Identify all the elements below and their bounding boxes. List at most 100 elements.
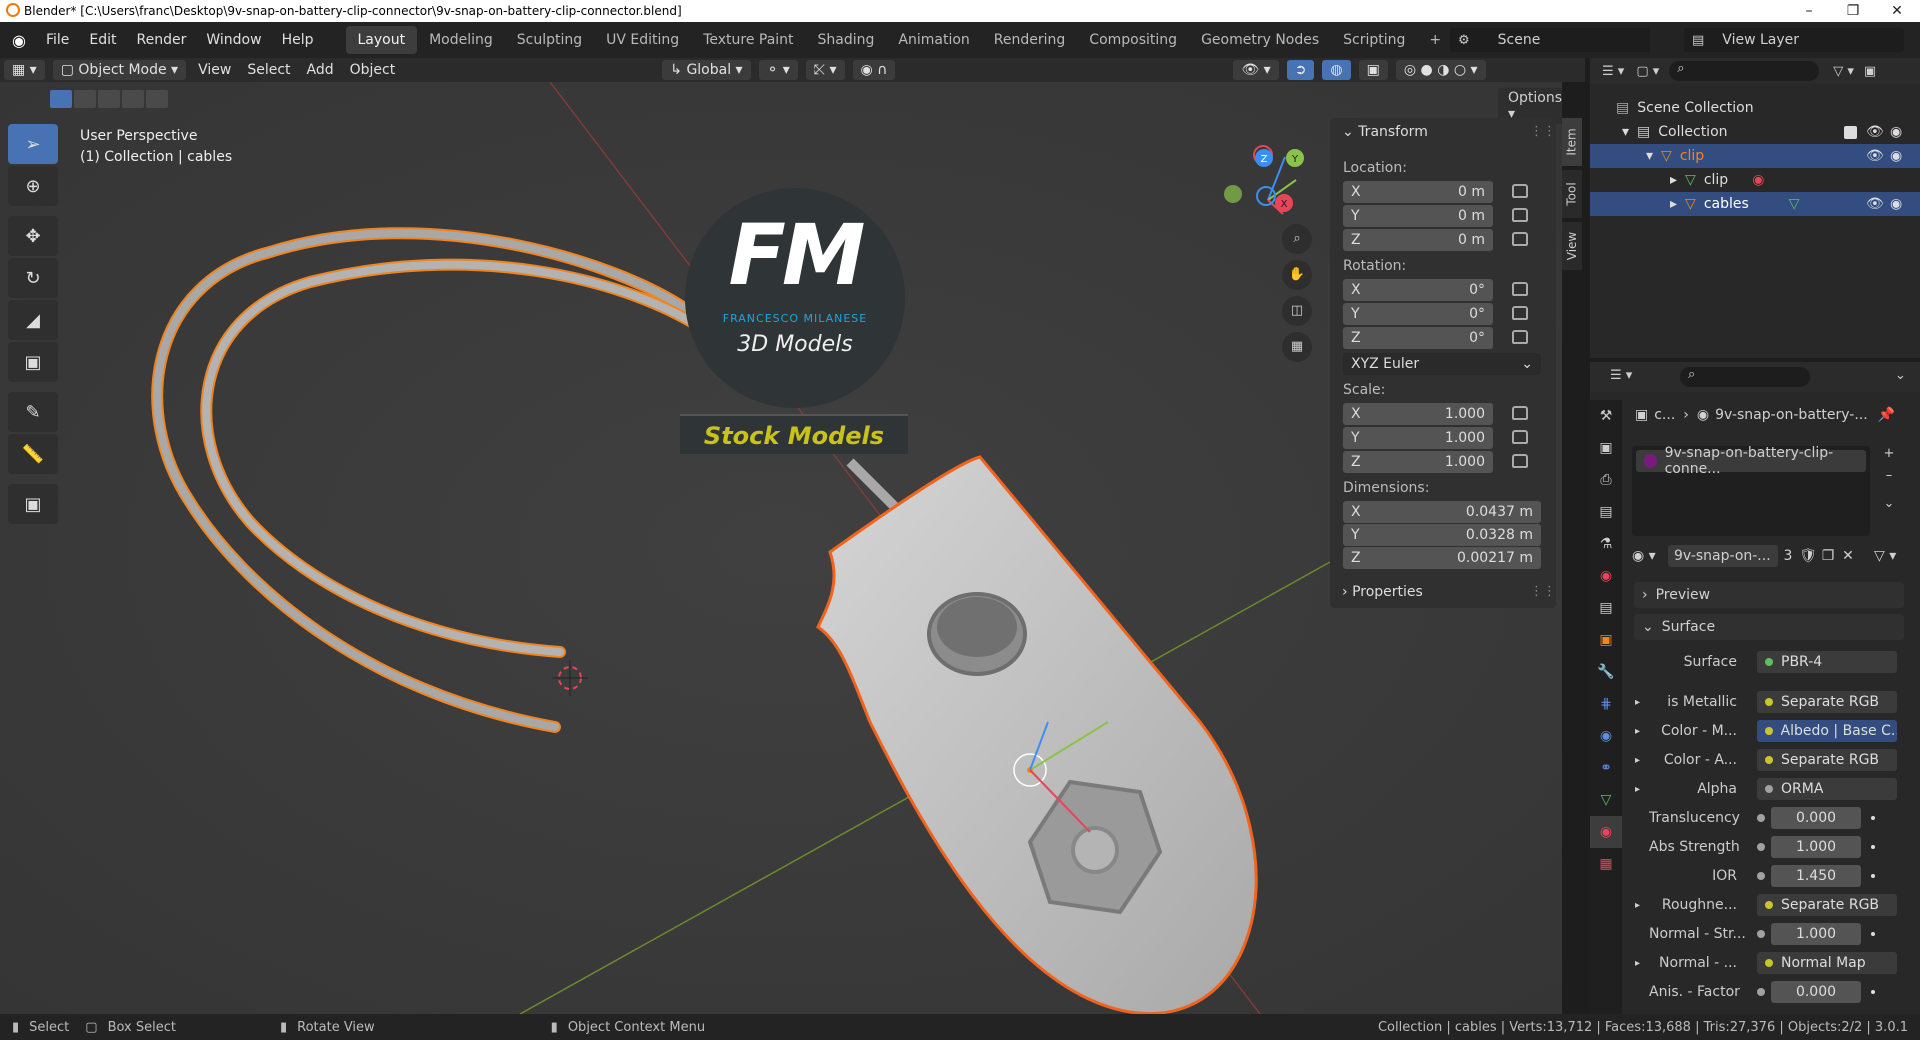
socket-dot-icon[interactable] bbox=[1765, 756, 1773, 764]
menu-window[interactable]: Window bbox=[196, 32, 271, 48]
material-slot-list[interactable]: 9v-snap-on-battery-clip-conne... bbox=[1632, 445, 1870, 536]
rotation-y-field[interactable]: Y 0° bbox=[1343, 303, 1493, 325]
add-workspace-icon[interactable]: + bbox=[1417, 26, 1453, 54]
expand-arrow-icon[interactable]: ▸ bbox=[1635, 900, 1649, 911]
fake-user-icon[interactable]: 🛡 bbox=[1798, 548, 1818, 564]
lock-icon[interactable] bbox=[1512, 282, 1528, 296]
mesh-data-icon[interactable]: ▽ bbox=[1590, 784, 1622, 816]
surface-value-field[interactable]: 1.450 bbox=[1757, 865, 1875, 887]
location-y-field[interactable]: Y 0 m bbox=[1343, 205, 1493, 227]
lock-icon[interactable] bbox=[1512, 184, 1528, 198]
minimize-icon[interactable]: – bbox=[1787, 0, 1831, 22]
surface-value-field[interactable]: 1.000 bbox=[1757, 923, 1875, 945]
chevron-down-icon[interactable]: ⌄ bbox=[1895, 368, 1906, 383]
rotation-mode-dropdown[interactable]: XYZ Euler ⌄ bbox=[1343, 353, 1541, 375]
scene-icon[interactable]: ⚗ bbox=[1590, 528, 1622, 560]
tab-compositing[interactable]: Compositing bbox=[1077, 26, 1189, 54]
surface-panel-header[interactable]: ⌄ Surface bbox=[1634, 614, 1904, 640]
select-intersect-icon[interactable] bbox=[146, 90, 168, 108]
material-browse-icon[interactable]: ◉ ▾ bbox=[1632, 548, 1668, 564]
3d-viewport[interactable]: Y Z X User Perspective (1) Collection | … bbox=[0, 82, 1562, 1014]
menu-edit[interactable]: Edit bbox=[79, 32, 126, 48]
drag-handle-icon[interactable]: ⋮⋮ bbox=[1530, 584, 1556, 599]
render-icon[interactable]: ▣ bbox=[1590, 432, 1622, 464]
move-tool-icon[interactable]: ✥ bbox=[8, 216, 58, 256]
tab-modeling[interactable]: Modeling bbox=[417, 26, 505, 54]
filter-icon[interactable]: ▽ ▾ bbox=[1833, 64, 1854, 79]
surface-value-field[interactable]: 1.000 bbox=[1757, 836, 1875, 858]
eye-icon[interactable]: 👁 bbox=[1866, 196, 1884, 212]
keyframe-dot-icon[interactable] bbox=[1871, 990, 1875, 994]
surface-value-field[interactable]: 0.000 bbox=[1757, 981, 1875, 1003]
scale-z-field[interactable]: Z 1.000 bbox=[1343, 451, 1493, 473]
outliner-row-scene-collection[interactable]: ▤ Scene Collection bbox=[1590, 96, 1920, 120]
tab-sculpting[interactable]: Sculpting bbox=[505, 26, 594, 54]
lock-icon[interactable] bbox=[1512, 330, 1528, 344]
snap-toggle[interactable]: ⤪ ▾ bbox=[805, 60, 845, 80]
surface-link-field[interactable]: Normal Map bbox=[1757, 952, 1897, 974]
tab-view[interactable]: View bbox=[1562, 222, 1582, 270]
drag-handle-icon[interactable]: ⋮⋮ bbox=[1530, 124, 1556, 139]
tab-animation[interactable]: Animation bbox=[886, 26, 981, 54]
dimensions-x-field[interactable]: X 0.0437 m bbox=[1343, 501, 1541, 523]
material-icon[interactable]: ◉ bbox=[1590, 816, 1622, 848]
socket-dot-icon[interactable] bbox=[1757, 814, 1765, 822]
camera-icon[interactable]: ◉ bbox=[1890, 196, 1902, 212]
material-users-count[interactable]: 3 bbox=[1778, 548, 1798, 564]
outliner-row-cables[interactable]: ▸ ▽ cables ▽ 👁 ◉ bbox=[1590, 192, 1920, 216]
rotate-tool-icon[interactable]: ↻ bbox=[8, 258, 58, 298]
socket-dot-icon[interactable] bbox=[1765, 959, 1773, 967]
properties-search[interactable]: ⌕ bbox=[1680, 367, 1810, 387]
material-name-field[interactable]: 9v-snap-on-... bbox=[1668, 545, 1778, 567]
grid-projection-icon[interactable]: ▦ bbox=[1282, 332, 1312, 362]
scene-selector[interactable]: ⚙ Scene bbox=[1450, 28, 1650, 52]
socket-dot-icon[interactable] bbox=[1765, 698, 1773, 706]
shading-modes[interactable]: ◎ ● ◑ ○ ▾ bbox=[1395, 60, 1486, 80]
outliner-row-clip-mesh[interactable]: ▸ ▽ clip ◉ bbox=[1590, 168, 1920, 192]
lock-icon[interactable] bbox=[1512, 232, 1528, 246]
expand-arrow-icon[interactable]: ▸ bbox=[1635, 726, 1649, 737]
socket-dot-icon[interactable] bbox=[1757, 988, 1765, 996]
mode-selector[interactable]: ▢ Object Mode ▾ bbox=[52, 60, 187, 80]
expand-arrow-icon[interactable]: ▸ bbox=[1635, 755, 1649, 766]
particles-icon[interactable]: ⋕ bbox=[1590, 688, 1622, 720]
menu-file[interactable]: File bbox=[36, 32, 79, 48]
dimensions-z-field[interactable]: Z 0.00217 m bbox=[1343, 547, 1541, 569]
surface-link-field[interactable]: PBR-4 bbox=[1757, 651, 1897, 673]
output-icon[interactable]: ⎙ bbox=[1590, 464, 1622, 496]
expand-arrow-icon[interactable]: ▸ bbox=[1635, 958, 1649, 969]
physics-icon[interactable]: ◉ bbox=[1590, 720, 1622, 752]
tool-settings-icon[interactable]: ⚒ bbox=[1590, 400, 1622, 432]
surface-link-field[interactable]: Albedo | Base C... bbox=[1757, 720, 1897, 742]
xray-toggle[interactable]: ▣ bbox=[1358, 60, 1388, 80]
modifier-wrench-icon[interactable]: 🔧 bbox=[1590, 656, 1622, 688]
tab-rendering[interactable]: Rendering bbox=[982, 26, 1078, 54]
surface-link-field[interactable]: ORMA bbox=[1757, 778, 1897, 800]
socket-dot-icon[interactable] bbox=[1757, 930, 1765, 938]
menu-add[interactable]: Add bbox=[299, 60, 342, 80]
socket-dot-icon[interactable] bbox=[1765, 658, 1773, 666]
slot-menu-icon[interactable]: ⌄ bbox=[1878, 496, 1900, 518]
select-extend-icon[interactable] bbox=[74, 90, 96, 108]
surface-link-field[interactable]: Separate RGB bbox=[1757, 894, 1897, 916]
lock-icon[interactable] bbox=[1512, 430, 1528, 444]
socket-dot-icon[interactable] bbox=[1757, 843, 1765, 851]
overlay-toggle[interactable]: ◍ bbox=[1322, 60, 1351, 80]
remove-slot-icon[interactable]: – bbox=[1878, 468, 1900, 490]
object-icon[interactable]: ▣ bbox=[1590, 624, 1622, 656]
properties-header[interactable]: › Properties bbox=[1342, 584, 1423, 600]
location-z-field[interactable]: Z 0 m bbox=[1343, 229, 1493, 251]
preview-panel-header[interactable]: › Preview bbox=[1634, 582, 1904, 608]
editor-type-button[interactable]: ▦ ▾ bbox=[4, 60, 45, 80]
tab-layout[interactable]: Layout bbox=[345, 26, 418, 54]
blender-logo-icon[interactable]: ◉ bbox=[12, 31, 26, 50]
menu-select[interactable]: Select bbox=[239, 60, 298, 80]
maximize-icon[interactable]: ❐ bbox=[1831, 0, 1875, 22]
gizmo-toggle[interactable]: ➲ bbox=[1286, 60, 1315, 80]
menu-render[interactable]: Render bbox=[127, 32, 197, 48]
tab-uv-editing[interactable]: UV Editing bbox=[594, 26, 691, 54]
transform-orientation-dropdown[interactable]: ↳ Global ▾ bbox=[662, 60, 751, 80]
keyframe-dot-icon[interactable] bbox=[1871, 874, 1875, 878]
close-icon[interactable]: ✕ bbox=[1875, 0, 1919, 22]
add-cube-tool-icon[interactable]: ▣ bbox=[8, 484, 58, 524]
